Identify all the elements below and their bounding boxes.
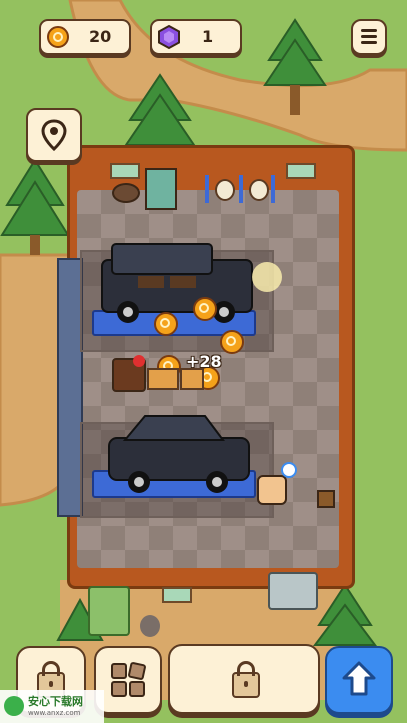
coin-counter: 20 <box>39 19 131 55</box>
grid-blocks-icon <box>111 662 146 697</box>
headlight-glow <box>252 262 282 292</box>
map-pin-icon <box>41 119 67 151</box>
green-dumpster[interactable] <box>88 586 130 636</box>
upgrade-button[interactable] <box>325 646 393 714</box>
inventory-button[interactable] <box>94 646 162 714</box>
garage-window <box>286 163 316 179</box>
purple-gem-icon <box>158 24 180 50</box>
watermark-url: www.anxz.com <box>28 709 81 717</box>
garage-window <box>162 587 192 603</box>
coin-icon[interactable] <box>154 312 178 336</box>
map-button[interactable] <box>26 108 82 162</box>
gem-count: 1 <box>202 27 214 46</box>
dark-crossover-car[interactable] <box>105 410 255 500</box>
pine-tree <box>124 73 196 146</box>
pine-tree <box>263 18 327 115</box>
lock-icon <box>232 661 260 698</box>
part-crate[interactable] <box>180 368 204 390</box>
small-crate[interactable] <box>317 490 335 508</box>
coin-icon <box>47 26 69 48</box>
up-arrow-icon <box>342 661 376 696</box>
parts-shelf[interactable] <box>145 168 177 210</box>
coin-count: 20 <box>89 27 112 46</box>
watermark: 安心下载网 www.anxz.com <box>0 690 104 723</box>
locked-feature-button[interactable] <box>168 644 320 714</box>
pine-tree <box>313 583 377 646</box>
watermark-logo <box>4 696 24 716</box>
tire-stack[interactable] <box>112 183 140 203</box>
menu-button[interactable] <box>351 19 387 55</box>
black-suv-car[interactable] <box>98 240 258 330</box>
mechanic-character[interactable] <box>257 475 287 505</box>
part-crate[interactable] <box>147 368 179 390</box>
watermark-title: 安心下载网 <box>28 695 83 708</box>
thought-bubble-icon <box>281 462 297 478</box>
pine-tree <box>0 158 70 255</box>
trash-bag <box>140 615 160 637</box>
coin-icon[interactable] <box>193 297 217 321</box>
hamburger-menu-icon <box>361 29 377 32</box>
gem-counter: 1 <box>150 19 242 55</box>
coin-icon[interactable] <box>220 330 244 354</box>
hanging-parts-rack[interactable] <box>205 175 275 203</box>
garage-window <box>110 163 140 179</box>
air-conditioner-unit[interactable] <box>268 572 318 610</box>
alert-dot <box>133 355 145 367</box>
